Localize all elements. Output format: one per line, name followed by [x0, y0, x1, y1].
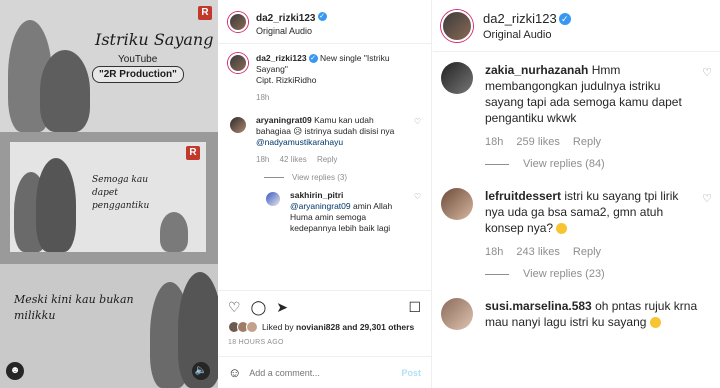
reply-button[interactable]: Reply [317, 155, 337, 164]
emoji-icon [556, 223, 568, 235]
like-icon[interactable]: ♡ [228, 300, 241, 314]
zoom-audio[interactable]: Original Audio [483, 29, 571, 42]
view-replies-button[interactable]: View replies (3) [264, 173, 421, 182]
silhouette-man [36, 158, 76, 252]
heart-icon[interactable]: ♡ [414, 117, 421, 165]
view-replies-label: View replies (84) [523, 158, 605, 170]
verified-icon: ✓ [308, 54, 318, 64]
post-username[interactable]: da2_rizki123 [256, 13, 316, 24]
reply-item: sakhirin_pitri @aryaningrat09 amin Allah… [264, 190, 421, 234]
reply-username[interactable]: sakhirin_pitri [290, 190, 343, 200]
view-replies-label: View replies (23) [523, 268, 605, 280]
caption-time: 18h [256, 93, 270, 102]
caption-credit: Cipt. RizkiRidho [256, 75, 317, 85]
comment-item: zakia_nurhazanah Hmm membangongkan judul… [441, 62, 712, 150]
comment-likes[interactable]: 259 likes [516, 136, 559, 148]
zoom-header: da2_rizki123 ✓ Original Audio [433, 0, 720, 52]
post-time-ago: 18 HOURS AGO [228, 339, 284, 346]
comment-likes[interactable]: 42 likes [280, 155, 307, 164]
comment-username[interactable]: zakia_nurhazanah [485, 63, 588, 77]
caption-username[interactable]: da2_rizki123 [256, 53, 307, 63]
comment-icon[interactable]: ◯ [251, 300, 267, 314]
avatar[interactable] [441, 298, 473, 330]
zoomed-comments-panel: da2_rizki123 ✓ Original Audio zakia_nurha… [433, 0, 720, 388]
avatar[interactable] [441, 188, 473, 220]
view-replies-button[interactable]: View replies (23) [485, 268, 712, 280]
media-youtube-label: YouTube [118, 54, 158, 65]
share-icon[interactable]: ➤ [276, 300, 288, 314]
avatar[interactable] [228, 53, 248, 73]
comment-item: aryaningrat09 Kamu kan udah bahagiaa 😥 i… [228, 115, 421, 165]
comment-username[interactable]: aryaningrat09 [256, 115, 312, 125]
liked-by-user[interactable]: noviani828 [296, 322, 340, 332]
avatar[interactable] [441, 62, 473, 94]
avatar [246, 321, 258, 333]
verified-icon: ✓ [317, 11, 327, 21]
reply-button[interactable]: Reply [573, 136, 601, 148]
post-audio[interactable]: Original Audio [256, 26, 327, 37]
add-comment-bar: ☺ Post [218, 356, 431, 388]
post-actions: ♡ ◯ ➤ ☐ Liked by noviani828 and 29,301 o… [218, 290, 431, 346]
comment-time: 18h [485, 246, 504, 258]
media-lyric-3: Meski kini kau bukan milikku [14, 293, 134, 322]
heart-icon[interactable]: ♡ [702, 192, 712, 260]
avatar[interactable] [228, 11, 248, 32]
view-replies-button[interactable]: View replies (84) [485, 158, 712, 170]
media-title: Istriku Sayang [95, 30, 214, 49]
comment-time: 18h [485, 136, 504, 148]
comments-list[interactable]: da2_rizki123 ✓ New single "Istriku Sayang… [218, 45, 431, 288]
emoji-icon[interactable]: ☺ [228, 365, 241, 380]
avatar[interactable] [264, 190, 282, 208]
zoom-comments-list[interactable]: zakia_nurhazanah Hmm membangongkan judul… [433, 62, 720, 338]
media-frame-2: R Semoga kau dapet penggantiku [0, 132, 218, 264]
comment-time: 18h [256, 155, 270, 164]
divider [485, 163, 509, 165]
media-frame-1: R Istriku Sayang YouTube "2R Production" [0, 0, 218, 132]
comment-mention[interactable]: @nadyamustikarahayu [256, 137, 343, 147]
heart-icon[interactable]: ♡ [702, 66, 712, 150]
comment-username[interactable]: lefruitdessert [485, 189, 561, 203]
post-button[interactable]: Post [401, 368, 421, 378]
divider [264, 177, 284, 178]
post-panel: da2_rizki123 ✓ Original Audio da2_rizki12… [218, 0, 432, 388]
media-lyric-2: Semoga kau dapet penggantiku [92, 175, 150, 211]
comment-item: lefruitdessert istri ku sayang tpi lirik… [441, 188, 712, 260]
heart-icon[interactable]: ♡ [414, 192, 421, 234]
view-replies-label: View replies (3) [292, 173, 347, 182]
comment-username[interactable]: susi.marselina.583 [485, 299, 592, 313]
mute-icon[interactable]: 🔈 [192, 362, 210, 380]
avatar[interactable] [441, 9, 473, 42]
liked-by-others[interactable]: and 29,301 others [342, 322, 414, 332]
media-inner-card: R Semoga kau dapet penggantiku [10, 142, 206, 252]
media-frame-3: Meski kini kau bukan milikku ☻ 🔈 [0, 264, 218, 388]
comment-likes[interactable]: 243 likes [516, 246, 559, 258]
liked-by: Liked by noviani828 and 29,301 others [228, 321, 421, 333]
reply-button[interactable]: Reply [573, 246, 601, 258]
zoom-username[interactable]: da2_rizki123 [483, 11, 557, 26]
reply-mention[interactable]: @aryaningrat09 [290, 201, 351, 211]
brand-logo-icon: R [186, 146, 200, 160]
liked-by-avatars [228, 321, 258, 333]
emoji-icon [649, 317, 661, 329]
silhouette-man [40, 50, 90, 132]
media-production-label: "2R Production" [92, 66, 184, 83]
comment-input[interactable] [249, 367, 402, 378]
divider [485, 273, 509, 275]
user-tag-icon[interactable]: ☻ [6, 362, 24, 380]
post-media[interactable]: R Istriku Sayang YouTube "2R Production"… [0, 0, 218, 388]
liked-by-prefix: Liked by [262, 322, 294, 332]
caption: da2_rizki123 ✓ New single "Istriku Sayang… [228, 53, 421, 103]
verified-icon: ✓ [558, 13, 571, 26]
post-header: da2_rizki123 ✓ Original Audio [218, 0, 431, 44]
brand-logo-icon: R [198, 6, 212, 20]
bookmark-icon[interactable]: ☐ [408, 300, 421, 314]
silhouette-child [160, 212, 188, 252]
avatar[interactable] [228, 115, 248, 135]
comment-item: susi.marselina.583 oh pntas rujuk krna m… [441, 298, 712, 330]
